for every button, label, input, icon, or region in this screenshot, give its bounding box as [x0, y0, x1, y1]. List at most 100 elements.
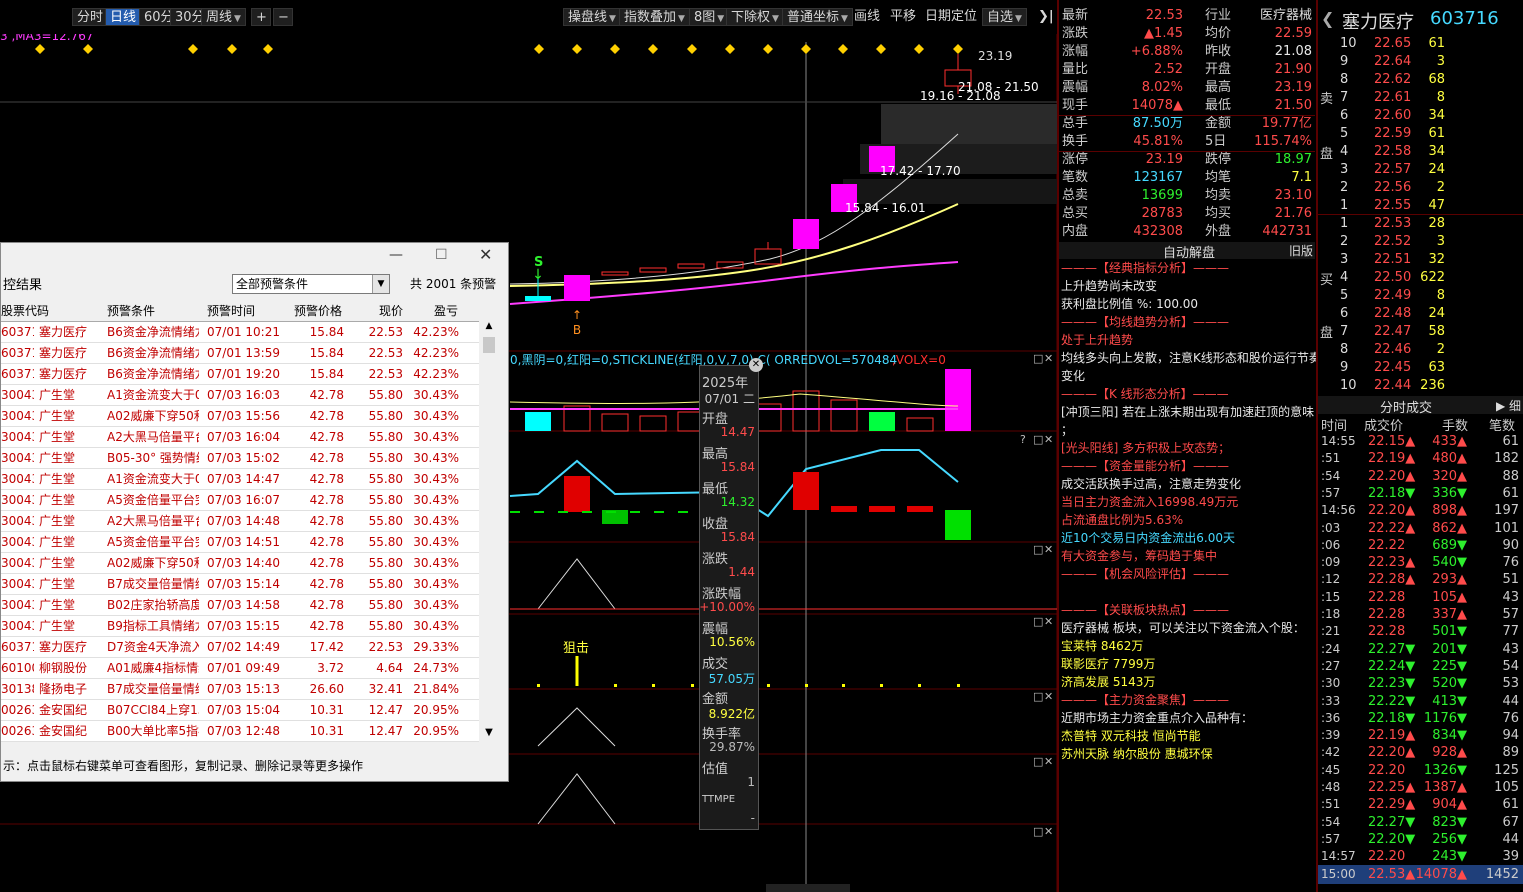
trade-row[interactable]: 14:57 22.20 243▼ 39	[1318, 847, 1523, 866]
trade-row[interactable]: :42 22.20▲ 928▲ 89	[1318, 743, 1523, 762]
table-row[interactable]: 300436 广生堂 B7成交量倍量情绪 07/03 15:14 42.78 55.80 3…	[1, 574, 479, 595]
chevron-down-icon[interactable]: ▼	[483, 727, 495, 741]
close-icon[interactable]: ✕	[1044, 543, 1053, 556]
sell-level[interactable]: 10 22.65 61	[1318, 35, 1523, 53]
period-tab-intraday[interactable]: 分时	[72, 8, 109, 26]
operate-line-menu[interactable]: 操盘线 ▼	[563, 8, 621, 26]
table-row[interactable]: 300436 广生堂 A5资金倍量平台突 07/03 16:07 42.78 55.80 3…	[1, 490, 479, 511]
sell-level[interactable]: 5 22.59 61	[1318, 125, 1523, 143]
sell-level[interactable]: 4 22.58 34	[1318, 143, 1523, 161]
col-header-time[interactable]: 预警时间	[207, 301, 287, 322]
trade-row[interactable]: :57 22.20▼ 256▼ 44	[1318, 830, 1523, 849]
table-row[interactable]: 300436 广生堂 A1资金流变大于0. 07/03 14:47 42.78 55.80…	[1, 469, 479, 490]
close-icon[interactable]: ✕	[1044, 352, 1053, 365]
table-row[interactable]: 002636 金安国纪 B07CCI84上穿150 07/03 15:04 10.31 1…	[1, 700, 479, 721]
close-icon[interactable]: ✕	[1044, 433, 1053, 446]
close-icon[interactable]: ✕	[479, 245, 492, 264]
col-header-price[interactable]: 现价	[379, 301, 419, 322]
sell-level[interactable]: 1 22.55 47	[1318, 197, 1523, 215]
trade-row[interactable]: :57 22.18▼ 336▼ 61	[1318, 484, 1523, 503]
trade-row[interactable]: 14:56 22.20▲ 898▲ 197	[1318, 501, 1523, 520]
table-row[interactable]: 603716 塞力医疗 B6资金净流情绪龙 07/01 19:20 15.84 22.53…	[1, 364, 479, 385]
buy-level[interactable]: 6 22.48 24	[1318, 305, 1523, 323]
trade-row[interactable]: :45 22.20 1326▼ 125	[1318, 761, 1523, 780]
index-overlay-menu[interactable]: 指数叠加 ▼	[619, 8, 690, 26]
adjust-rights-menu[interactable]: 下除权 ▼	[726, 8, 784, 26]
col-header-alert-price[interactable]: 预警价格	[294, 301, 344, 322]
maximize-icon[interactable]: □	[1033, 690, 1043, 703]
trade-row[interactable]: :54 22.20▲ 320▲ 88	[1318, 467, 1523, 486]
buy-level[interactable]: 9 22.45 63	[1318, 359, 1523, 377]
trade-row[interactable]: :30 22.23▼ 520▼ 53	[1318, 674, 1523, 693]
trade-row[interactable]: 15:00 22.53▲ 14078▲ 1452	[1318, 864, 1523, 884]
trade-row[interactable]: :36 22.18▼ 1176▼ 76	[1318, 709, 1523, 728]
alert-results-dialog[interactable]: — ☐ ✕ 控结果 全部预警条件 ▼ 共 2001 条预警 股票代码 预警条件 …	[0, 242, 509, 782]
chevron-down-icon[interactable]: ▼	[372, 275, 389, 293]
close-icon[interactable]: ✕	[1044, 825, 1053, 838]
trade-row[interactable]: :39 22.19▲ 834▼ 94	[1318, 726, 1523, 745]
table-row[interactable]: 301389 隆扬电子 B7成交量倍量情绪 07/03 15:13 26.60 32.41…	[1, 679, 479, 700]
table-row[interactable]: 300436 广生堂 A5资金倍量平台突 07/03 14:51 42.78 55.80 3…	[1, 532, 479, 553]
table-row[interactable]: 300436 广生堂 B02庄家抬轿高度i 07/03 14:58 42.78 55.80…	[1, 595, 479, 616]
trade-row[interactable]: :33 22.22▼ 413▼ 44	[1318, 692, 1523, 711]
table-row[interactable]: 300436 广生堂 A02威廉下穿50和2 07/03 15:56 42.78 55.8…	[1, 406, 479, 427]
sell-level[interactable]: 7 22.61 8	[1318, 89, 1523, 107]
close-icon[interactable]: ✕	[1044, 690, 1053, 703]
collapse-panel-icon[interactable]: ❯|	[1038, 8, 1054, 26]
maximize-icon[interactable]: □	[1033, 615, 1043, 628]
table-row[interactable]: 300436 广生堂 B9指标工具情绪龙 07/03 15:15 42.78 55.80 3…	[1, 616, 479, 637]
sell-level[interactable]: 9 22.64 3	[1318, 53, 1523, 71]
maximize-icon[interactable]: □	[1033, 825, 1043, 838]
col-header-condition[interactable]: 预警条件	[107, 301, 197, 322]
trade-row[interactable]: :27 22.24▼ 225▼ 54	[1318, 657, 1523, 676]
help-icon[interactable]: ?	[1020, 433, 1026, 446]
buy-level[interactable]: 2 22.52 3	[1318, 233, 1523, 251]
maximize-icon[interactable]: □	[1033, 352, 1043, 365]
period-tab-daily[interactable]: 日线	[105, 8, 142, 26]
col-header-code[interactable]: 股票代码	[1, 301, 97, 322]
period-tab-weekly[interactable]: 周线 ▼	[201, 8, 246, 26]
table-row[interactable]: 300436 广生堂 A2大黑马倍量平台 07/03 16:04 42.78 55.80 3…	[1, 427, 479, 448]
buy-level[interactable]: 8 22.46 2	[1318, 341, 1523, 359]
trade-row[interactable]: :15 22.28 105▲ 43	[1318, 588, 1523, 607]
sell-level[interactable]: 3 22.57 24	[1318, 161, 1523, 179]
close-icon[interactable]: ✕	[1044, 615, 1053, 628]
buy-level[interactable]: 7 22.47 58	[1318, 323, 1523, 341]
trade-row[interactable]: :51 22.19▲ 480▲ 182	[1318, 449, 1523, 468]
draw-line-button[interactable]: 画线	[854, 8, 880, 26]
minimize-icon[interactable]: —	[389, 247, 403, 263]
condition-select[interactable]: 全部预警条件 ▼	[232, 274, 390, 294]
table-row[interactable]: 300436 广生堂 A02威廉下穿50和2 07/03 14:40 42.78 55.8…	[1, 553, 479, 574]
col-header-pnl[interactable]: 盈亏	[434, 301, 474, 322]
trade-row[interactable]: :18 22.28 337▲ 57	[1318, 605, 1523, 624]
trade-row[interactable]: :21 22.28 501▼ 77	[1318, 622, 1523, 641]
buy-level[interactable]: 10 22.44 236	[1318, 377, 1523, 395]
sell-level[interactable]: 2 22.56 2	[1318, 179, 1523, 197]
table-row[interactable]: 603716 塞力医疗 B6资金净流情绪龙 07/01 13:59 15.84 22.53…	[1, 343, 479, 364]
multi-chart-menu[interactable]: 8图 ▼	[689, 8, 730, 26]
buy-level[interactable]: 5 22.49 8	[1318, 287, 1523, 305]
chevron-up-icon[interactable]: ▲	[483, 321, 495, 335]
scrollbar[interactable]: ▲ ▼	[481, 321, 497, 741]
maximize-icon[interactable]: □	[1033, 755, 1043, 768]
trade-row[interactable]: :51 22.29▲ 904▲ 61	[1318, 795, 1523, 814]
chevron-left-icon[interactable]: ❮	[1321, 9, 1334, 28]
close-icon[interactable]: ✕	[749, 358, 763, 372]
sell-level[interactable]: 8 22.62 68	[1318, 71, 1523, 89]
maximize-icon[interactable]: □	[1033, 543, 1043, 556]
date-locate-button[interactable]: 日期定位	[925, 8, 977, 26]
table-row[interactable]: 603716 塞力医疗 B6资金净流情绪龙 07/01 10:21 15.84 22.53…	[1, 322, 479, 343]
trade-row[interactable]: 14:55 22.15▲ 433▲ 61	[1318, 432, 1523, 451]
table-row[interactable]: 300436 广生堂 A2大黑马倍量平台 07/03 14:48 42.78 55.80 3…	[1, 511, 479, 532]
zoom-in-button[interactable]: +	[251, 8, 271, 26]
close-icon[interactable]: ✕	[1044, 755, 1053, 768]
scrollbar-thumb[interactable]	[483, 337, 495, 353]
trade-row[interactable]: :06 22.22 689▼ 90	[1318, 536, 1523, 555]
maximize-icon[interactable]: □	[1033, 433, 1043, 446]
trade-row[interactable]: :54 22.27▼ 823▼ 67	[1318, 813, 1523, 832]
table-row[interactable]: 300436 广生堂 A1资金流变大于0. 07/03 16:03 42.78 55.80…	[1, 385, 479, 406]
table-row[interactable]: 603716 塞力医疗 D7资金4天净流入 07/02 14:49 17.42 22.53…	[1, 637, 479, 658]
table-row[interactable]: 300436 广生堂 B05-30° 强势情绪 07/03 15:02 42.78 55.…	[1, 448, 479, 469]
buy-level[interactable]: 3 22.51 32	[1318, 251, 1523, 269]
maximize-icon[interactable]: ☐	[435, 247, 448, 263]
